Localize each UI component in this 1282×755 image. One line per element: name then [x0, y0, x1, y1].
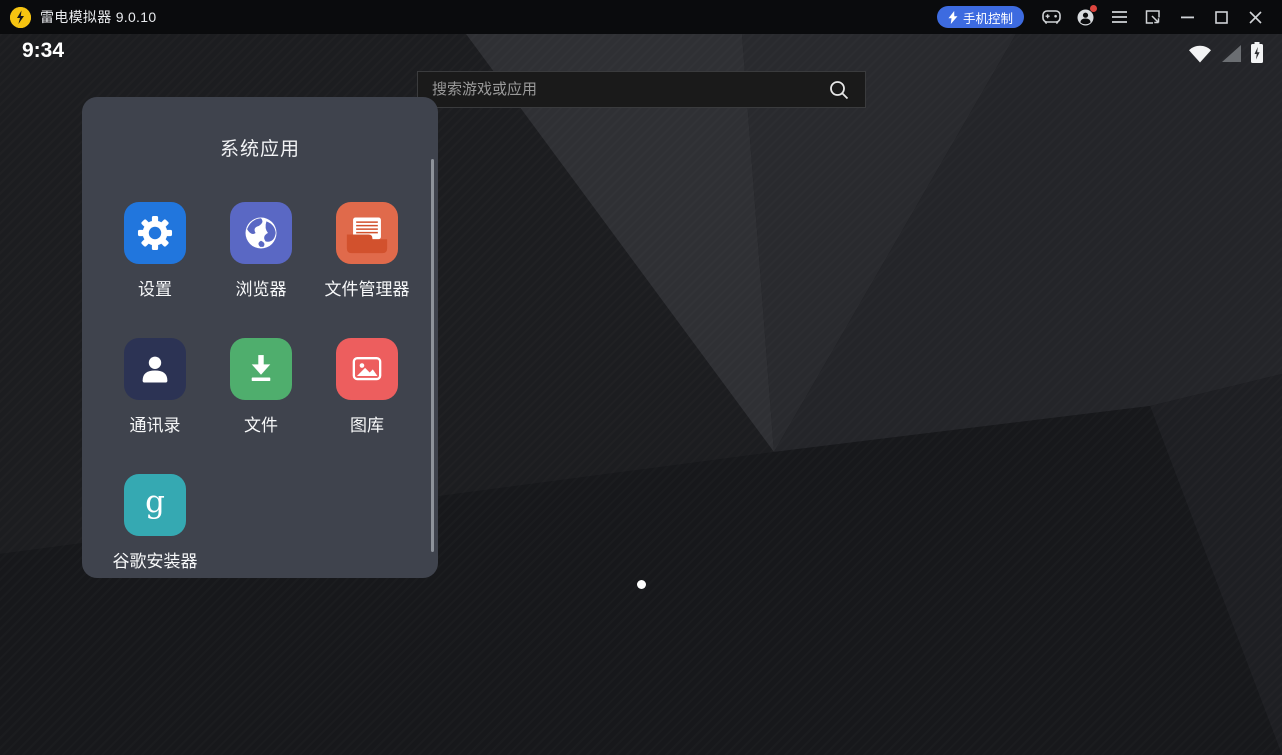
app-gallery[interactable]: 图库: [314, 338, 420, 474]
window-title: 雷电模拟器 9.0.10: [40, 7, 156, 27]
lightning-icon: [948, 11, 958, 24]
cell-signal-icon: [1221, 44, 1242, 63]
app-label: 文件管理器: [325, 275, 410, 300]
contacts-person-icon: [124, 338, 186, 400]
magnifier-icon[interactable]: [829, 80, 865, 100]
menu-icon[interactable]: [1102, 3, 1136, 31]
files-download-icon: [230, 338, 292, 400]
titlebar-left: 雷电模拟器 9.0.10: [0, 7, 156, 28]
folder-title: 系统应用: [82, 134, 438, 161]
battery-charging-icon: [1251, 42, 1263, 63]
phone-control-button[interactable]: 手机控制: [937, 6, 1024, 28]
resize-icon[interactable]: [1136, 3, 1170, 31]
file-manager-folder-icon: [336, 202, 398, 264]
app-google-installer[interactable]: g 谷歌安装器: [102, 474, 208, 610]
browser-globe-icon: [230, 202, 292, 264]
app-settings[interactable]: 设置: [102, 202, 208, 338]
app-files[interactable]: 文件: [208, 338, 314, 474]
app-label: 谷歌安装器: [113, 547, 198, 572]
system-apps-folder: 系统应用: [82, 97, 438, 578]
titlebar-controls: 手机控制: [937, 3, 1282, 31]
search-bar: [417, 71, 866, 108]
maximize-icon[interactable]: [1204, 3, 1238, 31]
close-icon[interactable]: [1238, 3, 1272, 31]
android-home-screen: 9:34 系统应: [0, 34, 1282, 755]
app-browser[interactable]: 浏览器: [208, 202, 314, 338]
app-label: 通讯录: [130, 411, 181, 436]
notification-dot: [1090, 5, 1097, 12]
app-contacts[interactable]: 通讯录: [102, 338, 208, 474]
app-label: 浏览器: [236, 275, 287, 300]
status-icons: [1188, 42, 1263, 63]
gallery-photo-icon: [336, 338, 398, 400]
ldplayer-logo-icon: [10, 7, 31, 28]
app-file-manager[interactable]: 文件管理器: [314, 202, 420, 338]
app-label: 图库: [350, 411, 384, 436]
emulator-window: 雷电模拟器 9.0.10 手机控制: [0, 0, 1282, 755]
account-icon[interactable]: [1068, 3, 1102, 31]
wifi-icon: [1188, 44, 1212, 63]
gamepad-icon[interactable]: [1034, 3, 1068, 31]
app-grid: 设置 浏览器: [102, 202, 420, 610]
folder-scrollbar[interactable]: [431, 159, 434, 552]
settings-gear-icon: [124, 202, 186, 264]
app-label: 设置: [138, 275, 172, 300]
svg-text:g: g: [145, 484, 165, 520]
titlebar: 雷电模拟器 9.0.10 手机控制: [0, 0, 1282, 34]
google-installer-g-icon: g: [124, 474, 186, 536]
phone-control-label: 手机控制: [963, 8, 1013, 27]
status-clock: 9:34: [22, 39, 64, 63]
search-input[interactable]: [418, 81, 829, 98]
page-indicator-dot[interactable]: [637, 580, 646, 589]
app-label: 文件: [244, 411, 278, 436]
minimize-icon[interactable]: [1170, 3, 1204, 31]
